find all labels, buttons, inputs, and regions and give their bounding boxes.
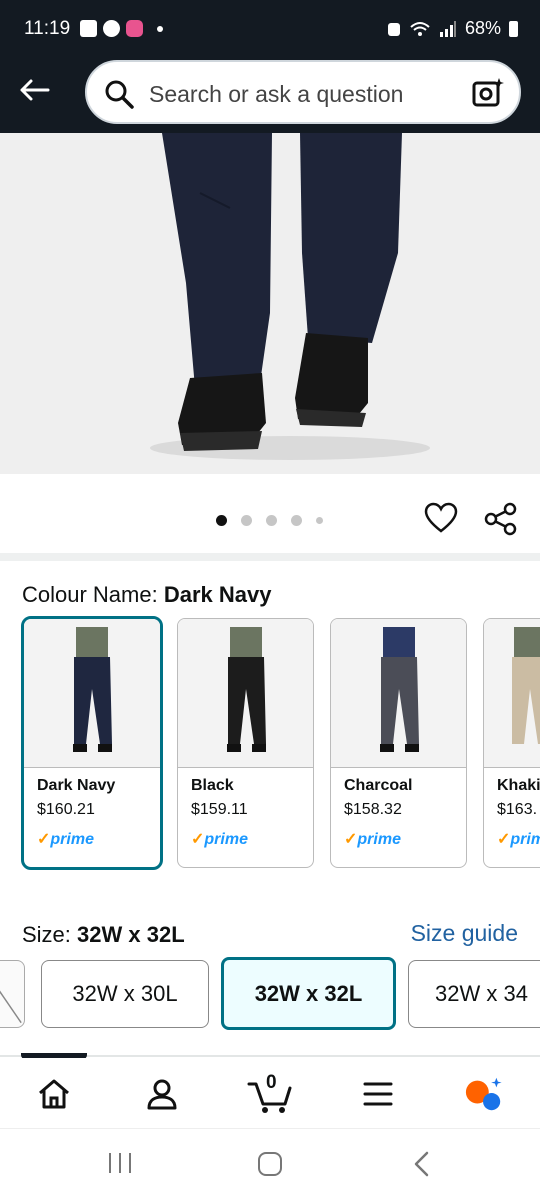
alarm-icon [387, 22, 400, 36]
pager-dot[interactable] [316, 517, 323, 524]
more-notifications-icon [157, 25, 163, 32]
user-icon [147, 1079, 177, 1110]
battery-icon [509, 20, 518, 37]
size-guide-link[interactable]: Size guide [411, 920, 518, 947]
colour-name-label: Colour Name: Dark Navy [22, 582, 271, 608]
size-label-text: Size: [22, 922, 71, 947]
swatch-name: Dark Navy [37, 777, 116, 794]
size-option[interactable]: 32W x 34 [408, 960, 540, 1028]
unavailable-slash-icon [0, 990, 22, 1024]
swatch-price: $159.11 [191, 801, 248, 818]
share-icon[interactable] [484, 502, 518, 536]
search-icon [105, 80, 134, 109]
app-header: 11:19 68% Search or ask a question [0, 0, 540, 133]
signal-icon [439, 20, 456, 37]
colour-label-text: Colour Name: [22, 582, 158, 607]
size-label: Size: 32W x 32L [22, 922, 185, 948]
swatch-price: $158.32 [344, 801, 402, 818]
home-icon [39, 1079, 69, 1109]
cart-count: 0 [266, 1072, 277, 1093]
prime-badge: ✓prime [497, 831, 540, 848]
section-divider [0, 553, 540, 561]
notification-icons [80, 20, 163, 37]
system-nav-bar [0, 1128, 540, 1200]
search-placeholder[interactable]: Search or ask a question [149, 81, 403, 108]
search-bar[interactable]: Search or ask a question [85, 60, 521, 124]
size-option-unavailable[interactable] [0, 960, 25, 1028]
swatch-name: Black [191, 777, 234, 794]
swatch-name: Charcoal [344, 777, 413, 794]
prime-badge: ✓prime [37, 831, 94, 848]
product-image[interactable] [0, 133, 540, 474]
back-button[interactable] [14, 70, 54, 110]
swatch-price: $163. [497, 801, 538, 818]
size-option[interactable]: 32W x 30L [41, 960, 209, 1028]
image-controls [0, 474, 540, 554]
swatch-image [24, 619, 160, 768]
swatch-name: Khaki [497, 777, 540, 794]
status-right: 68% [387, 18, 518, 39]
gallery-notification-icon [80, 20, 97, 37]
selected-size: 32W x 32L [77, 922, 185, 947]
pager-dot[interactable] [241, 515, 252, 526]
swatch-black[interactable]: Black $159.11 ✓prime [177, 618, 314, 868]
camera-search-icon[interactable] [471, 76, 505, 110]
arrow-left-icon [20, 79, 50, 101]
prime-badge: ✓prime [191, 831, 248, 848]
pager-dot[interactable] [266, 515, 277, 526]
pager-dot[interactable] [216, 515, 227, 526]
status-time: 11:19 [24, 18, 71, 39]
size-option-selected[interactable]: 32W x 32L [221, 957, 396, 1030]
product-photo [0, 133, 540, 474]
image-pager[interactable] [216, 515, 323, 526]
swatch-image [331, 619, 466, 768]
pager-dot[interactable] [291, 515, 302, 526]
size-options: 32W x 30L 32W x 32L 32W x 34 [0, 956, 540, 1032]
back-nav-icon[interactable] [412, 1151, 432, 1177]
nav-account[interactable] [142, 1074, 182, 1114]
swatch-khaki[interactable]: Khaki $163. ✓prime [483, 618, 540, 868]
app-notification-icon [126, 20, 143, 37]
prime-badge: ✓prime [344, 831, 401, 848]
wifi-icon [410, 21, 430, 36]
home-nav-icon[interactable] [256, 1151, 284, 1177]
rufus-assistant-icon [465, 1077, 502, 1111]
colour-swatches: Dark Navy $160.21 ✓prime Black $159.11 ✓… [0, 616, 540, 874]
nav-home[interactable] [34, 1074, 74, 1114]
swatch-charcoal[interactable]: Charcoal $158.32 ✓prime [330, 618, 467, 868]
messenger-notification-icon [103, 20, 120, 37]
swatch-dark-navy[interactable]: Dark Navy $160.21 ✓prime [21, 616, 163, 870]
swatch-price: $160.21 [37, 801, 95, 818]
swatch-image [178, 619, 313, 768]
nav-cart[interactable]: 0 [246, 1072, 294, 1114]
nav-rufus[interactable] [464, 1074, 504, 1114]
heart-icon[interactable] [424, 502, 458, 534]
swatch-image [484, 619, 540, 768]
recent-apps-icon[interactable] [107, 1151, 133, 1175]
bottom-nav: 0 [0, 1058, 540, 1128]
selected-colour: Dark Navy [163, 582, 272, 607]
hamburger-menu-icon [363, 1082, 393, 1106]
battery-percent: 68% [464, 18, 501, 38]
status-bar: 11:19 68% [0, 0, 540, 60]
nav-menu[interactable] [358, 1074, 398, 1114]
